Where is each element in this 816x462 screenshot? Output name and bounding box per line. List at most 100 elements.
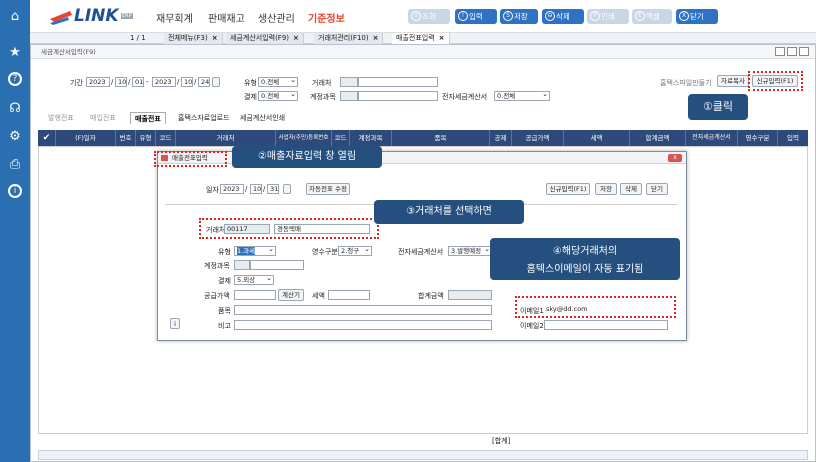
tab-partner[interactable]: 거래처관리(F10) × [314,33,384,44]
search-button[interactable]: ⊙ 조회 [408,9,450,24]
menu-finance[interactable]: 재무회계 [156,10,193,25]
star-icon[interactable]: ★ [6,44,24,62]
date-to-year[interactable]: 2023 [152,77,176,87]
save-button[interactable]: S 저장 [500,9,538,24]
dlg-delete-button[interactable]: 삭제 [620,183,642,195]
tab-label: 거래처관리(F10) [318,34,369,42]
settle-select[interactable]: 0.전체 [258,90,298,101]
date-from-day[interactable]: 01 [132,77,144,87]
close-tab-icon[interactable]: × [293,34,299,42]
excel-button[interactable]: E 엑셀 [632,9,672,24]
subtab-sales[interactable]: 매출전표 [130,112,166,124]
home-icon[interactable]: ⌂ [6,8,24,26]
subtab-purchase[interactable]: 매입전표 [86,112,120,124]
printer-icon[interactable]: ⎙ [6,156,24,174]
delete-button[interactable]: ⊖ 삭제 [542,9,584,24]
tab-all-menu[interactable]: 전체메뉴(F3) × [164,33,223,44]
dlg-email2-input[interactable] [544,320,668,330]
dlg-calendar-icon[interactable] [283,184,291,194]
dlg-new-button[interactable]: 신규입력(F1) [546,183,590,195]
dlg-tax-input[interactable] [328,290,370,300]
dlg-settle-select[interactable]: 5.외상 [234,274,274,285]
dlg-account-label: 계정과목 [204,262,230,270]
account-code-input[interactable] [340,91,358,101]
minimize-icon[interactable] [775,47,785,56]
date-from-year[interactable]: 2023 [86,77,110,87]
dlg-close-button[interactable]: 닫기 [646,183,668,195]
subtab-issued[interactable]: 발행전표 [44,112,78,124]
date-from-month[interactable]: 10 [115,77,127,87]
slash: / [263,185,266,193]
dlg-date-year[interactable]: 2023 [220,184,244,194]
tab-bar: 1 / 1 전체메뉴(F3) × 세금계산서입력(F9) × 거래처관리(F10) ×… [30,33,816,44]
close-button[interactable]: X 닫기 [676,9,718,24]
dlg-save-button[interactable]: 저장 [595,183,617,195]
select-all-checkbox[interactable]: ✔ [38,130,56,146]
dlg-account-code[interactable] [234,260,250,270]
horizontal-scrollbar[interactable] [38,450,808,460]
menu-production[interactable]: 생산관리 [258,10,295,25]
etax-select[interactable]: 0.전체 [494,90,550,101]
gear-icon[interactable]: ⚙ [6,128,24,146]
dlg-item-input[interactable] [234,305,492,315]
dlg-type-label: 유형 [218,248,231,256]
date-to-month[interactable]: 10 [181,77,193,87]
menu-master[interactable]: 기준정보 [308,10,345,25]
headset-icon[interactable]: ☊ [6,100,24,118]
slash: / [177,78,180,86]
logo: LINK ERP [48,5,138,29]
callout-dialog-open: ②매출자료입력 창 열림 [232,146,382,168]
subtab-tax-print[interactable]: 세금계산서인쇄 [236,112,289,124]
dlg-date-day[interactable]: 31 [267,184,279,194]
col-total: 합계금액 [630,130,686,146]
callout-email-line2: 홈텍스이메일이 자동 표기됨 [526,264,644,275]
dlg-date-month[interactable]: 10 [250,184,262,194]
col-type: 유형 [136,130,156,146]
partner-name-input[interactable] [358,77,438,87]
menu-sales[interactable]: 판매재고 [208,10,245,25]
type-select[interactable]: 0.전체 [258,76,298,87]
calculator-button[interactable]: 계산기 [278,289,304,301]
window-close-icon[interactable] [799,47,809,56]
slash: / [111,78,114,86]
dlg-info-icon[interactable]: i [170,318,180,329]
dlg-type-select[interactable]: 1.과세 [234,245,276,256]
tab-tax-invoice[interactable]: 세금계산서입력(F9) × [226,33,304,44]
grid-header: ✔ (F)일자 번호 유형 코드 거래처 사업자(주민)등록번호 코드 계정과목… [38,130,808,146]
hometax-file-link[interactable]: 홈택스파일만들기 [660,78,712,88]
print-button[interactable]: P 인쇄 [587,9,629,24]
subtab-hometax-upload[interactable]: 홈택스자료업로드 [174,112,234,124]
input-button[interactable]: ! 입력 [455,9,497,24]
dialog-close-icon[interactable]: x [668,154,682,162]
calendar-icon[interactable] [212,77,220,87]
tab-sales-slip[interactable]: 매출전표입력 × [392,33,450,44]
dlg-supply-input[interactable] [234,290,276,300]
callout-email-auto: ④해당거래처의 홈텍스이메일이 자동 표기됨 [490,238,680,280]
close-tab-icon[interactable]: × [212,34,218,42]
excel-icon: E [635,11,645,21]
help-icon[interactable]: ? [8,72,22,86]
partner-code-input[interactable] [340,77,358,87]
dlg-receipt-select[interactable]: 2.청구 [338,245,372,256]
close-button-label: 닫기 [690,12,704,21]
highlight-partner [199,218,379,239]
dlg-memo-input[interactable] [234,320,492,330]
type-label: 유형 [244,79,257,87]
dlg-etax-select[interactable]: 3.발행예정 [448,245,492,256]
close-tab-icon[interactable]: × [373,34,379,42]
account-name-input[interactable] [358,91,438,101]
col-account-code: 코드 [332,130,350,146]
auto-slip-edit-button[interactable]: 자동전표 수정 [306,183,350,195]
tab-pager: 1 / 1 [130,34,146,42]
copy-data-button[interactable]: 자료복사 [717,75,749,87]
etax-label: 전자세금계산서 [442,93,488,101]
settle-label: 결제 [244,93,257,101]
date-to-day[interactable]: 24 [198,77,210,87]
maximize-icon[interactable] [787,47,797,56]
dlg-date-label: 일자 [206,186,219,194]
close-tab-icon[interactable]: × [439,34,445,42]
col-etax: 전자세금계산서 [686,130,738,146]
info-icon[interactable]: i [8,184,22,198]
dlg-account-name[interactable] [250,260,304,270]
col-partner: 거래처 [176,130,276,146]
